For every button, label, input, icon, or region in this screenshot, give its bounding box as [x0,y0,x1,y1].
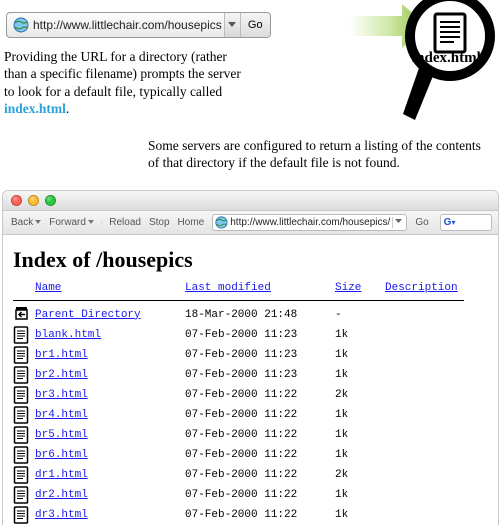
table-row: dr3.html 07-Feb-2000 11:221k [13,505,464,525]
chevron-down-icon [88,219,94,225]
mod-date: 07-Feb-2000 11:22 [185,485,335,505]
chevron-down-icon [395,218,402,225]
sort-by-name[interactable]: Name [35,282,61,294]
url-dropdown[interactable] [224,13,240,37]
back-button[interactable]: Back [9,217,43,228]
document-icon [13,486,29,504]
table-row: Parent Directory 18-Mar-2000 21:48 - [13,305,464,325]
document-icon [13,406,29,424]
file-size: 1k [335,445,385,465]
mod-date: 07-Feb-2000 11:23 [185,325,335,345]
sort-by-description[interactable]: Description [385,282,458,294]
toolbar-go-button[interactable]: Go [411,217,432,228]
reload-button[interactable]: Reload [107,217,143,228]
document-icon [13,366,29,384]
toolbar-search-field[interactable]: G▾ [440,214,492,231]
document-icon [13,466,29,484]
go-button[interactable]: Go [240,13,270,37]
sort-by-size[interactable]: Size [335,282,361,294]
mod-date: 07-Feb-2000 11:22 [185,405,335,425]
globe-icon [215,216,228,229]
file-size: 1k [335,505,385,525]
table-row: br6.html 07-Feb-2000 11:221k [13,445,464,465]
mod-date: 07-Feb-2000 11:22 [185,505,335,525]
file-size: - [335,305,385,325]
mod-date: 18-Mar-2000 21:48 [185,305,335,325]
file-link[interactable]: br4.html [35,409,88,421]
table-row: br2.html 07-Feb-2000 11:231k [13,365,464,385]
mod-date: 07-Feb-2000 11:23 [185,365,335,385]
sort-by-modified[interactable]: Last modified [185,282,271,294]
forward-button[interactable]: Forward [47,217,96,228]
chevron-down-icon [228,21,236,29]
table-row: blank.html 07-Feb-2000 11:231k [13,325,464,345]
document-icon [13,346,29,364]
toolbar-url-dropdown[interactable] [392,217,404,228]
search-engine-icon: G [444,217,452,228]
document-icon [13,506,29,524]
file-link[interactable]: br2.html [35,369,88,381]
table-row: br4.html 07-Feb-2000 11:221k [13,405,464,425]
document-icon [13,446,29,464]
toolbar-url-text: http://www.littlechair.com/housepics/ [228,217,392,228]
file-link[interactable]: dr2.html [35,489,88,501]
window-titlebar [3,191,498,211]
file-link[interactable]: br3.html [35,389,88,401]
home-button[interactable]: Home [176,217,207,228]
directory-listing-table: Name Last modified Size Description Pare… [13,281,464,525]
browser-window: Back Forward · Reload Stop Home http://w… [2,190,499,525]
file-size: 1k [335,345,385,365]
parent-dir-icon [13,306,31,324]
file-size: 1k [335,405,385,425]
file-size: 2k [335,465,385,485]
file-link[interactable]: dr3.html [35,509,88,521]
file-size: 1k [335,485,385,505]
table-row: br1.html 07-Feb-2000 11:231k [13,345,464,365]
file-size: 1k [335,325,385,345]
globe-icon [13,17,29,33]
mod-date: 07-Feb-2000 11:22 [185,445,335,465]
file-link[interactable]: br6.html [35,449,88,461]
file-link[interactable]: br5.html [35,429,88,441]
file-size: 1k [335,425,385,445]
stop-button[interactable]: Stop [147,217,172,228]
mod-date: 07-Feb-2000 11:22 [185,385,335,405]
parent-directory-link[interactable]: Parent Directory [35,309,141,321]
file-size: 1k [335,365,385,385]
chevron-down-icon [35,219,41,225]
file-link[interactable]: blank.html [35,329,101,341]
file-link[interactable]: dr1.html [35,469,88,481]
window-minimize-button[interactable] [28,195,39,206]
table-row: dr2.html 07-Feb-2000 11:221k [13,485,464,505]
table-row: dr1.html 07-Feb-2000 11:222k [13,465,464,485]
mod-date: 07-Feb-2000 11:23 [185,345,335,365]
url-text: http://www.littlechair.com/housepics [33,18,224,32]
table-row: br3.html 07-Feb-2000 11:222k [13,385,464,405]
toolbar-address-bar[interactable]: http://www.littlechair.com/housepics/ [212,214,407,231]
file-link[interactable]: br1.html [35,349,88,361]
window-close-button[interactable] [11,195,22,206]
document-icon [13,426,29,444]
window-zoom-button[interactable] [45,195,56,206]
document-icon [13,326,29,344]
mod-date: 07-Feb-2000 11:22 [185,425,335,445]
file-size: 2k [335,385,385,405]
mod-date: 07-Feb-2000 11:22 [185,465,335,485]
table-row: br5.html 07-Feb-2000 11:221k [13,425,464,445]
default-filename-label: index.html [412,50,481,67]
index-heading: Index of /housepics [13,247,488,273]
browser-toolbar: Back Forward · Reload Stop Home http://w… [3,211,498,235]
document-icon [13,386,29,404]
address-bar[interactable]: http://www.littlechair.com/housepics Go [6,12,271,38]
